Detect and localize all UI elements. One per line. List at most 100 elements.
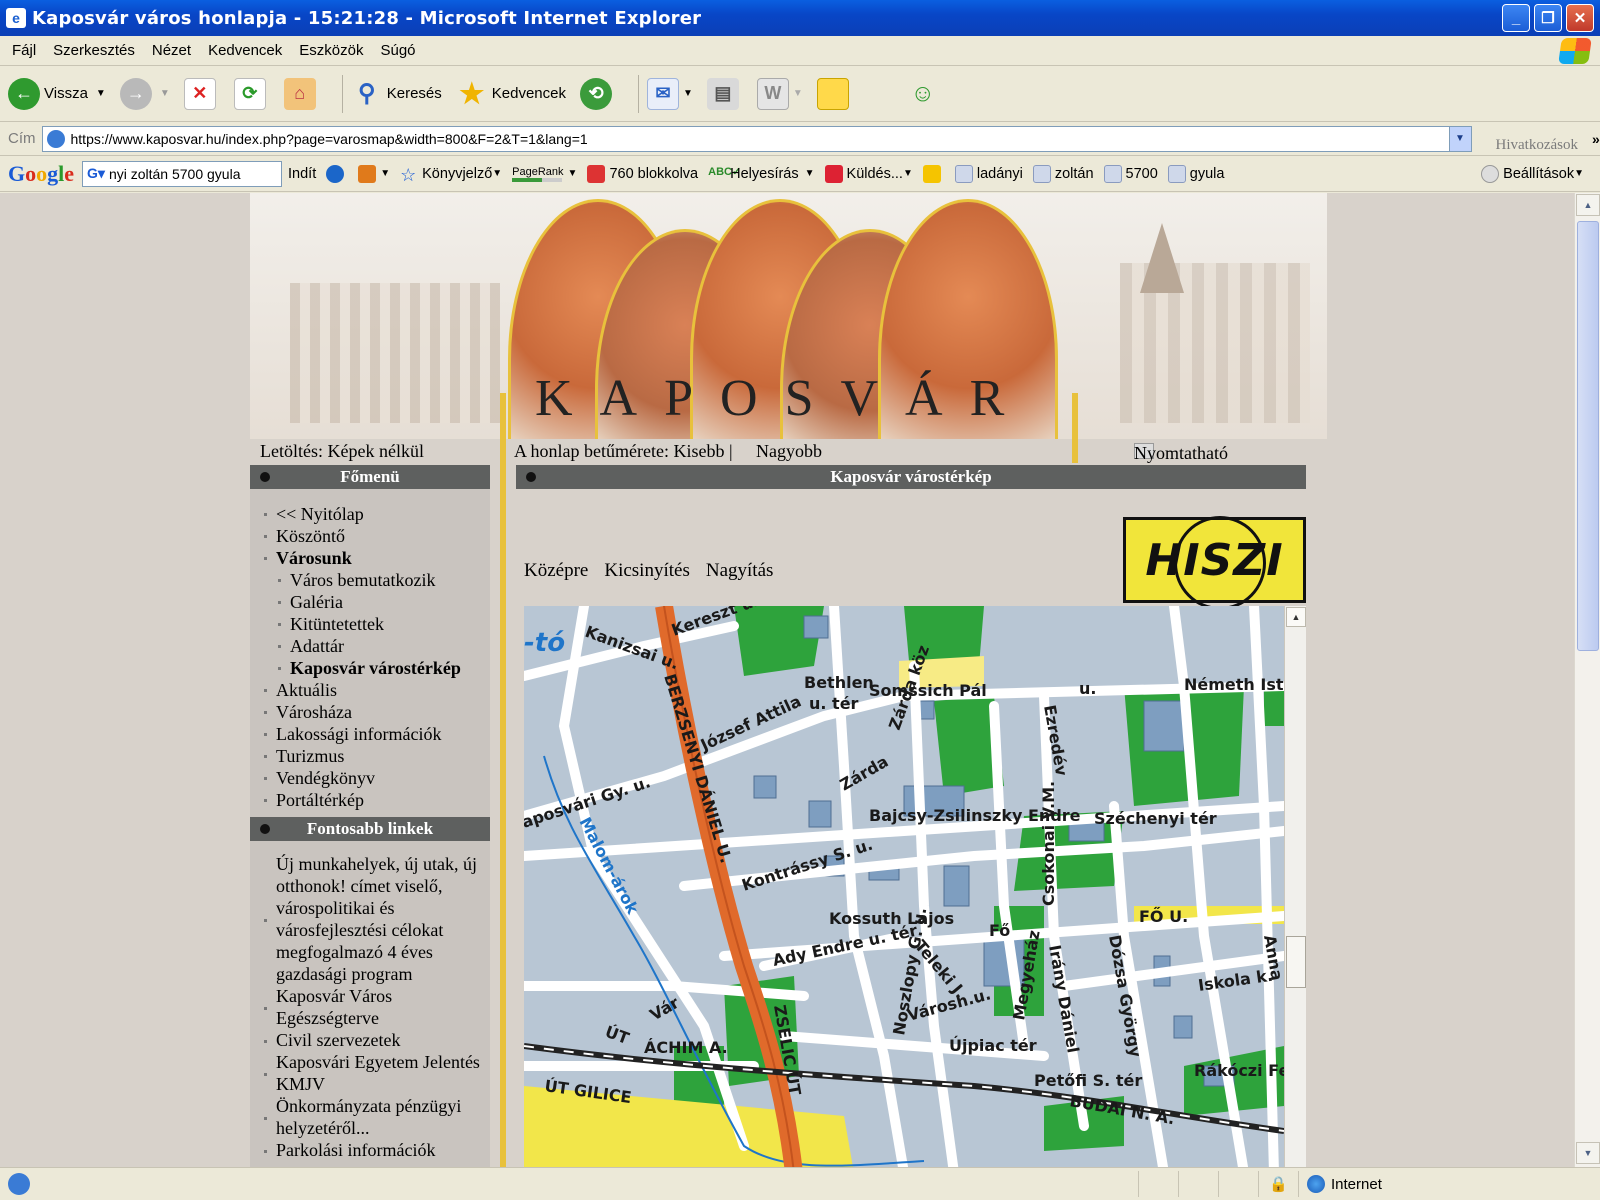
font-size-larger[interactable]: Nagyobb (756, 441, 822, 462)
settings-button[interactable]: Beállítások ▼ (1481, 164, 1584, 183)
scroll-thumb[interactable] (1577, 221, 1599, 651)
old-building-photo (290, 283, 500, 423)
messenger-button[interactable]: ☺ (907, 78, 943, 110)
menu-help[interactable]: Súgó (380, 42, 415, 59)
settings-icon (1481, 164, 1500, 183)
security-zone[interactable]: Internet (1298, 1171, 1600, 1197)
search-term-4[interactable]: gyula (1167, 164, 1224, 183)
puzzle-icon[interactable]: ▼ (358, 164, 390, 183)
address-input[interactable]: https://www.kaposvar.hu/index.php?page=v… (41, 125, 1472, 152)
search-term-3[interactable]: 5700 (1103, 164, 1158, 183)
map-label: Rákóczi Fe tér (1194, 1061, 1284, 1080)
menu-item[interactable]: Köszöntő (264, 525, 490, 547)
back-dropdown-icon[interactable]: ▼ (96, 88, 106, 99)
forward-button[interactable]: → ▼ (119, 77, 170, 110)
map-scrollbar[interactable]: ▲ (1284, 606, 1306, 1167)
menu-favorites[interactable]: Kedvencek (208, 42, 282, 59)
bookmarks-button[interactable]: ☆ Könyvjelző ▼ (400, 165, 502, 185)
menu-file[interactable]: Fájl (12, 42, 36, 59)
stop-button[interactable]: ✕ (183, 77, 220, 110)
address-dropdown-icon[interactable]: ▼ (1448, 126, 1471, 151)
refresh-button[interactable]: ⟳ (233, 77, 270, 110)
highlight-button[interactable] (922, 164, 945, 183)
send-button[interactable]: Küldés... ▼ (824, 164, 913, 183)
menu-view[interactable]: Nézet (152, 42, 191, 59)
menu-item[interactable]: Városháza (264, 701, 490, 723)
google-search-input[interactable]: G▾ nyi zoltán 5700 gyula (82, 160, 283, 187)
menu-item[interactable]: Adattár (264, 635, 490, 657)
chevron-right-icon[interactable]: » (1592, 131, 1600, 147)
menu-item[interactable]: Lakossági információk (264, 723, 490, 745)
page-scrollbar[interactable]: ▲ ▼ (1574, 193, 1600, 1167)
scroll-up-icon[interactable]: ▲ (1576, 194, 1600, 216)
back-button[interactable]: ← Vissza ▼ (8, 77, 106, 110)
map-controls: Középre Kicsinyítés Nagyítás (524, 560, 773, 582)
menu-item[interactable]: Kaposvár várostérkép (264, 657, 490, 679)
history-button[interactable]: ⟲ (579, 77, 616, 110)
hiszi-logo[interactable]: HISZI (1123, 516, 1306, 610)
pagerank-bar (512, 177, 563, 182)
links-toolbar[interactable]: Hivatkozások (1482, 122, 1578, 156)
pagerank-indicator[interactable]: PageRank ▼ (512, 166, 577, 182)
maximize-button[interactable]: ❐ (1534, 4, 1562, 32)
scroll-down-icon[interactable]: ▼ (1576, 1142, 1600, 1164)
search-term-2[interactable]: zoltán (1032, 164, 1094, 183)
popup-blocker-button[interactable]: 760 blokkolva (587, 164, 698, 183)
important-link[interactable]: Kaposvár Város Egészségterve (264, 985, 490, 1029)
menu-item[interactable]: << Nyitólap (264, 503, 490, 525)
menu-item[interactable]: Galéria (264, 591, 490, 613)
term-label: zoltán (1054, 165, 1094, 182)
lock-icon: 🔒 (1258, 1171, 1298, 1197)
important-link[interactable]: Önkormányzata pénzügyi helyzetéről... (264, 1095, 490, 1139)
search-term-1[interactable]: ladányi (954, 164, 1023, 183)
minimize-button[interactable]: _ (1502, 4, 1530, 32)
forward-dropdown-icon[interactable]: ▼ (160, 88, 170, 99)
close-button[interactable]: ✕ (1566, 4, 1594, 32)
mail-dropdown-icon[interactable]: ▼ (683, 88, 693, 99)
important-link[interactable]: Civil szervezetek (264, 1029, 490, 1051)
address-label: Cím (8, 130, 36, 147)
term-label: ladányi (976, 165, 1023, 182)
main-menu: << Nyitólap Köszöntő Városunk Város bemutat… (250, 489, 490, 817)
search-icon: ⚲ (357, 80, 376, 107)
menu-tools[interactable]: Eszközök (299, 42, 363, 59)
send-label: Küldés... (846, 165, 903, 182)
menu-item[interactable]: Portáltérkép (264, 789, 490, 811)
edit-button[interactable]: W ▼ (756, 77, 803, 110)
globe-icon[interactable] (326, 164, 348, 183)
important-link[interactable]: Kaposvári Egyetem Jelentés KMJV (264, 1051, 490, 1095)
google-go-button[interactable]: Indít (288, 166, 316, 182)
font-size-smaller[interactable]: A honlap betűmérete: Kisebb | (514, 441, 733, 462)
menu-item[interactable]: Aktuális (264, 679, 490, 701)
magnifier-icon (954, 164, 973, 183)
center-button[interactable]: Középre (524, 560, 588, 582)
edit-dropdown-icon[interactable]: ▼ (793, 88, 803, 99)
menu-item[interactable]: Város bemutatkozik (264, 569, 490, 591)
home-button[interactable]: ⌂ (283, 77, 320, 110)
city-map[interactable]: Kanizsai u. Kereszt u. Bethlen Somssich … (524, 606, 1284, 1167)
discuss-button[interactable] (816, 77, 853, 110)
important-link[interactable]: Új munkahelyek, új utak, új otthonok! cí… (264, 853, 490, 985)
header-banner: KAPOSVÁR (250, 193, 1327, 439)
scroll-thumb[interactable] (1286, 936, 1306, 988)
important-link[interactable]: Parkolási információk (264, 1139, 490, 1161)
menu-item[interactable]: Városunk (264, 547, 490, 569)
menu-item[interactable]: Kitüntetettek (264, 613, 490, 635)
zoom-in-button[interactable]: Nagyítás (706, 560, 774, 582)
download-link[interactable]: Letöltés: Képek nélkül (260, 441, 424, 462)
links-header: Fontosabb linkek (250, 817, 490, 841)
map-panel: Kaposvár várostérkép Középre Kicsinyítés… (516, 465, 1306, 1167)
scroll-up-icon[interactable]: ▲ (1286, 607, 1306, 627)
print-button[interactable]: ▤ (706, 77, 743, 110)
favorites-button[interactable]: ★ Kedvencek (456, 78, 566, 110)
menu-item[interactable]: Vendégkönyv (264, 767, 490, 789)
search-button[interactable]: ⚲ Keresés (351, 78, 442, 110)
blocker-icon (587, 164, 606, 183)
mail-button[interactable]: ✉ ▼ (646, 77, 693, 110)
menu-bar: Fájl Szerkesztés Nézet Kedvencek Eszközö… (0, 36, 1600, 66)
google-logo[interactable]: Google (8, 161, 74, 187)
menu-edit[interactable]: Szerkesztés (53, 42, 135, 59)
spellcheck-button[interactable]: ABC✓ Helyesírás ▼ (708, 165, 814, 183)
zoom-out-button[interactable]: Kicsinyítés (604, 560, 690, 582)
menu-item[interactable]: Turizmus (264, 745, 490, 767)
